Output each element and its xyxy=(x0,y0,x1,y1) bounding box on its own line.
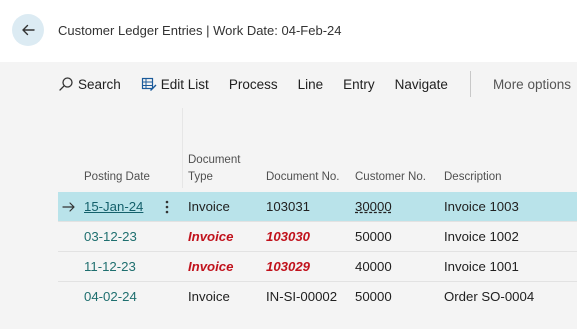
edit-list-button[interactable]: Edit List xyxy=(141,76,209,92)
customer-no: 50000 xyxy=(355,289,392,304)
column-header-document-no[interactable]: Document No. xyxy=(266,170,340,185)
navigate-label: Navigate xyxy=(394,76,448,92)
description: Order SO-0004 xyxy=(444,289,535,304)
table-row[interactable]: 04-02-24 Invoice IN-SI-00002 50000 Order… xyxy=(58,281,577,311)
customer-no: 50000 xyxy=(355,229,392,244)
document-type: Invoice xyxy=(188,229,234,244)
table-header: Posting Date Document Type Document No. … xyxy=(58,140,577,192)
document-no: 103030 xyxy=(266,229,311,244)
customer-no-link[interactable]: 30000 xyxy=(355,199,392,215)
document-no: 103031 xyxy=(266,199,311,214)
table-row-selected[interactable]: 15-Jan-24 Invoice 103031 30000 Invoice 1… xyxy=(58,192,577,221)
line-menu[interactable]: Line xyxy=(298,77,324,92)
more-options-label: More options xyxy=(492,76,571,92)
edit-list-label: Edit List xyxy=(160,76,209,92)
page-header: Customer Ledger Entries | Work Date: 04-… xyxy=(0,0,577,62)
process-menu[interactable]: Process xyxy=(229,77,278,92)
page-title: Customer Ledger Entries | Work Date: 04-… xyxy=(58,23,342,38)
description: Invoice 1002 xyxy=(444,229,519,244)
navigate-menu[interactable]: Navigate xyxy=(395,77,448,92)
posting-date-link[interactable]: 03-12-23 xyxy=(84,229,137,245)
more-options-button[interactable]: More options xyxy=(493,77,571,92)
process-label: Process xyxy=(228,76,278,92)
action-bar: Search Edit List Process Line Entry Navi… xyxy=(58,70,577,98)
column-header-customer-no[interactable]: Customer No. xyxy=(355,170,426,185)
document-no: IN-SI-00002 xyxy=(266,289,338,304)
column-header-description[interactable]: Description xyxy=(444,170,502,185)
document-type: Invoice xyxy=(188,289,230,304)
search-label: Search xyxy=(78,76,121,92)
table-row[interactable]: 11-12-23 Invoice 103029 40000 Invoice 10… xyxy=(58,251,577,281)
entry-menu[interactable]: Entry xyxy=(343,77,375,92)
customer-no: 40000 xyxy=(355,259,392,274)
back-arrow-icon xyxy=(22,24,35,36)
row-arrow-icon xyxy=(62,199,76,218)
search-button[interactable]: Search xyxy=(58,76,121,92)
row-menu-icon[interactable] xyxy=(164,199,170,219)
document-type: Invoice xyxy=(188,259,234,274)
table-row[interactable]: 03-12-23 Invoice 103030 50000 Invoice 10… xyxy=(58,221,577,251)
posting-date-link[interactable]: 04-02-24 xyxy=(84,289,137,305)
line-label: Line xyxy=(297,76,324,92)
document-type: Invoice xyxy=(188,199,230,214)
document-no: 103029 xyxy=(266,259,311,274)
ledger-entries-list: Posting Date Document Type Document No. … xyxy=(58,140,577,311)
description: Invoice 1001 xyxy=(444,259,519,274)
toolbar-divider xyxy=(469,71,471,97)
edit-list-icon xyxy=(141,76,157,92)
column-header-posting-date[interactable]: Posting Date xyxy=(84,170,150,185)
column-header-document-type-line2[interactable]: Type xyxy=(188,170,213,185)
posting-date-link[interactable]: 11-12-23 xyxy=(84,259,136,275)
column-header-document-type-line1[interactable]: Document xyxy=(188,153,240,168)
search-icon xyxy=(58,76,74,92)
description: Invoice 1003 xyxy=(444,199,519,214)
back-button[interactable] xyxy=(12,14,44,46)
entry-label: Entry xyxy=(343,76,375,92)
posting-date-link[interactable]: 15-Jan-24 xyxy=(84,199,143,215)
